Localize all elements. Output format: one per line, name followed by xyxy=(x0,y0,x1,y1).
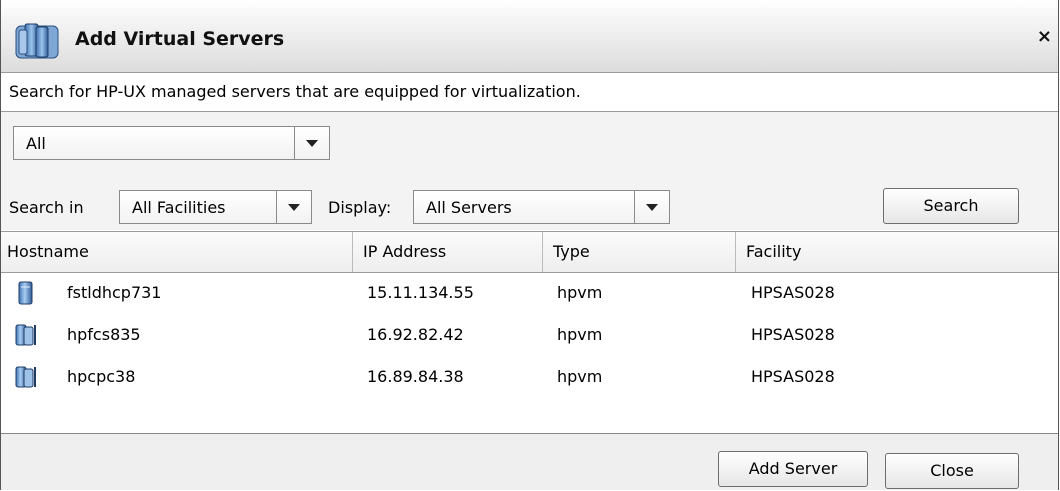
table-header: Hostname IP Address Type Facility xyxy=(1,231,1058,273)
ip-address-cell: 16.89.84.38 xyxy=(367,367,464,386)
column-header-facility[interactable]: Facility xyxy=(736,232,1058,272)
close-button[interactable]: Close xyxy=(885,453,1019,489)
column-header-ip-address[interactable]: IP Address xyxy=(353,232,543,272)
chevron-down-icon xyxy=(294,127,329,159)
scope-select-value: All xyxy=(26,134,46,153)
dialog-title: Add Virtual Servers xyxy=(75,28,285,50)
type-cell: hpvm xyxy=(557,325,603,344)
hostname-cell: hpfcs835 xyxy=(67,325,141,344)
display-select[interactable]: All Servers xyxy=(413,190,670,224)
facility-select[interactable]: All Facilities xyxy=(119,190,312,224)
type-cell: hpvm xyxy=(557,367,603,386)
table-row[interactable]: fstldhcp731 15.11.134.55 hpvm HPSAS028 xyxy=(1,272,1058,314)
ip-address-cell: 15.11.134.55 xyxy=(367,283,474,302)
search-filters: All Search in All Facilities Display: Al… xyxy=(1,112,1058,230)
facility-select-value: All Facilities xyxy=(132,198,226,217)
facility-cell: HPSAS028 xyxy=(751,283,835,302)
dialog-description: Search for HP-UX managed servers that ar… xyxy=(9,82,581,101)
server-icon xyxy=(18,281,33,305)
search-in-label: Search in xyxy=(9,198,84,217)
dialog-footer: Add Server Close xyxy=(1,433,1058,490)
type-cell: hpvm xyxy=(557,283,603,302)
table-row[interactable]: hpfcs835 16.92.82.42 hpvm HPSAS028 xyxy=(1,314,1058,356)
column-header-type[interactable]: Type xyxy=(543,232,736,272)
display-select-value: All Servers xyxy=(426,198,512,217)
search-button[interactable]: Search xyxy=(883,188,1019,224)
chevron-down-icon xyxy=(634,191,669,223)
chevron-down-icon xyxy=(276,191,311,223)
hostname-cell: hpcpc38 xyxy=(67,367,136,386)
server-cluster-icon xyxy=(15,324,36,346)
scope-select[interactable]: All xyxy=(13,126,330,160)
facility-cell: HPSAS028 xyxy=(751,367,835,386)
hostname-cell: fstldhcp731 xyxy=(67,283,162,302)
facility-cell: HPSAS028 xyxy=(751,325,835,344)
server-cluster-icon xyxy=(15,366,36,388)
add-virtual-servers-dialog: Add Virtual Servers × Search for HP-UX m… xyxy=(0,0,1059,490)
server-list: fstldhcp731 15.11.134.55 hpvm HPSAS028 h… xyxy=(1,272,1058,432)
display-label: Display: xyxy=(328,198,392,217)
description-bar: Search for HP-UX managed servers that ar… xyxy=(1,73,1058,112)
dialog-titlebar: Add Virtual Servers × xyxy=(1,0,1058,73)
add-server-button[interactable]: Add Server xyxy=(718,451,868,487)
close-icon[interactable]: × xyxy=(1037,26,1052,47)
table-row[interactable]: hpcpc38 16.89.84.38 hpvm HPSAS028 xyxy=(1,356,1058,398)
ip-address-cell: 16.92.82.42 xyxy=(367,325,464,344)
virtual-server-icon xyxy=(15,23,59,59)
column-header-hostname[interactable]: Hostname xyxy=(1,232,353,272)
